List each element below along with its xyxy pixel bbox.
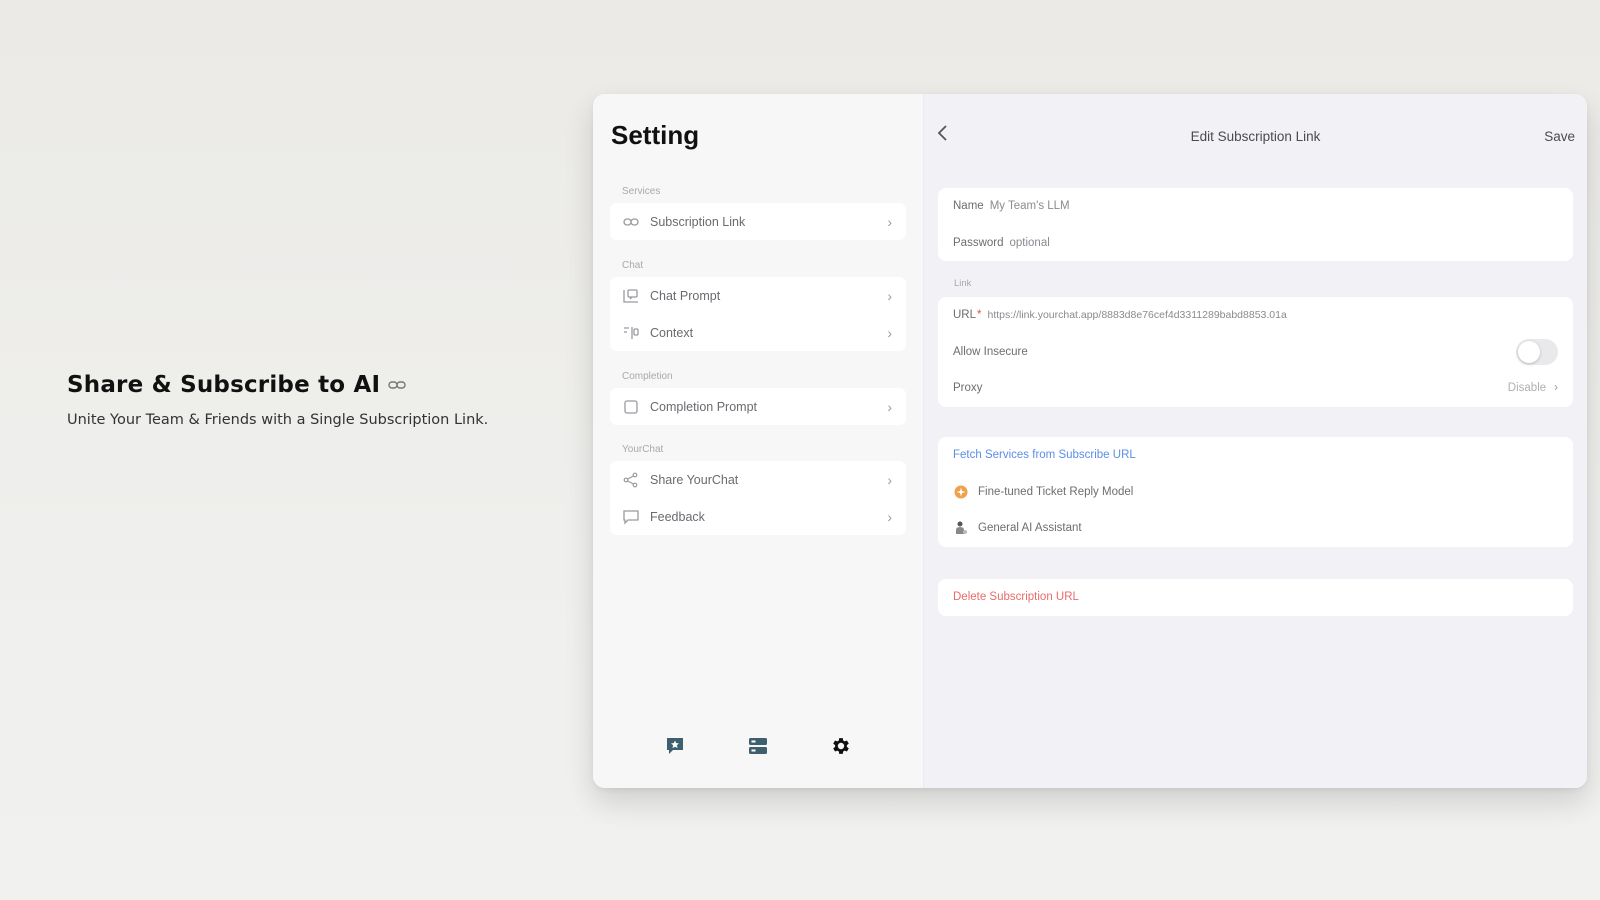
service-name: General AI Assistant — [978, 522, 1082, 535]
delete-label: Delete Subscription URL — [953, 591, 1079, 604]
sidebar-item-chat-prompt[interactable]: Chat Prompt › — [610, 277, 906, 314]
sidebar-item-label: Feedback — [650, 509, 705, 524]
sidebar-item-label: Share YourChat — [650, 472, 739, 487]
allow-insecure-label: Allow Insecure — [953, 345, 1028, 358]
proxy-label: Proxy — [953, 382, 983, 395]
chevron-right-icon: › — [887, 213, 892, 230]
tab-bar — [593, 730, 923, 766]
sparkle-icon — [953, 484, 969, 500]
sidebar-item-label: Chat Prompt — [650, 288, 721, 303]
gear-icon — [830, 735, 852, 762]
section-label-link: Link — [954, 278, 972, 289]
chevron-right-icon: › — [887, 471, 892, 488]
fetch-services-button[interactable]: Fetch Services from Subscribe URL — [938, 437, 1573, 474]
required-marker: * — [977, 309, 982, 322]
group-yourchat: Share YourChat › Feedback › — [610, 461, 906, 535]
service-item-0[interactable]: Fine-tuned Ticket Reply Model — [938, 474, 1573, 511]
sidebar-item-completion-prompt[interactable]: Completion Prompt › — [610, 388, 906, 425]
section-label-services: Services — [622, 186, 661, 197]
chat-prompt-icon — [622, 287, 640, 305]
save-button[interactable]: Save — [1544, 129, 1575, 144]
allow-insecure-row: Allow Insecure — [938, 334, 1573, 371]
section-label-chat: Chat — [622, 260, 644, 271]
feedback-icon — [622, 508, 640, 526]
password-label: Password — [953, 236, 1004, 249]
name-input[interactable]: My Team's LLM — [990, 200, 1070, 212]
sidebar-item-subscription-link[interactable]: Subscription Link › — [610, 203, 906, 240]
sidebar: Setting Services Subscription Link › Cha… — [593, 94, 924, 788]
name-field[interactable]: Name My Team's LLM — [938, 188, 1573, 225]
group-chat: Chat Prompt › Context › — [610, 277, 906, 351]
tab-services[interactable] — [740, 730, 776, 766]
sidebar-title: Setting — [611, 120, 700, 150]
chat-tab-icon — [664, 735, 686, 762]
url-field[interactable]: URL * https://link.yourchat.app/8883d8e7… — [938, 297, 1573, 334]
services-card: Fetch Services from Subscribe URL Fine-t… — [938, 437, 1573, 547]
sidebar-item-context[interactable]: Context › — [610, 314, 906, 351]
services-tab-icon — [747, 735, 769, 762]
group-services: Subscription Link › — [610, 203, 906, 240]
sidebar-item-share-yourchat[interactable]: Share YourChat › — [610, 461, 906, 498]
promo-block: Share & Subscribe to AI Unite Your Team … — [67, 372, 507, 431]
proxy-value: Disable — [1507, 382, 1547, 395]
share-icon — [622, 471, 640, 489]
chevron-right-icon: › — [1554, 382, 1558, 395]
credentials-card: Name My Team's LLM Password optional — [938, 188, 1573, 261]
section-label-yourchat: YourChat — [622, 444, 664, 455]
detail-panel: Edit Subscription Link Save Name My Team… — [924, 94, 1587, 788]
password-field[interactable]: Password optional — [938, 225, 1573, 262]
chevron-right-icon: › — [887, 324, 892, 341]
context-icon — [622, 324, 640, 342]
delete-card: Delete Subscription URL — [938, 579, 1573, 616]
url-label: URL — [953, 309, 977, 322]
square-icon — [622, 398, 640, 416]
sidebar-item-label: Completion Prompt — [650, 399, 757, 414]
url-input[interactable]: https://link.yourchat.app/8883d8e76cef4d… — [988, 309, 1287, 321]
tab-settings[interactable] — [823, 730, 859, 766]
group-completion: Completion Prompt › — [610, 388, 906, 425]
page-title: Edit Subscription Link — [1190, 129, 1321, 144]
sidebar-item-label: Subscription Link — [650, 214, 746, 229]
name-label: Name — [953, 200, 984, 213]
link-card: URL * https://link.yourchat.app/8883d8e7… — [938, 297, 1573, 407]
password-input[interactable]: optional — [1010, 237, 1050, 249]
allow-insecure-toggle[interactable] — [1516, 338, 1558, 365]
chevron-right-icon: › — [887, 287, 892, 304]
link-icon — [622, 213, 640, 231]
proxy-row[interactable]: Proxy Disable › — [938, 370, 1573, 407]
app-window: Setting Services Subscription Link › Cha… — [593, 94, 1587, 788]
assistant-icon — [953, 520, 969, 536]
fetch-services-label: Fetch Services from Subscribe URL — [953, 449, 1136, 462]
chevron-right-icon: › — [887, 398, 892, 415]
tab-chat[interactable] — [657, 730, 693, 766]
promo-title: Share & Subscribe to AI — [67, 372, 507, 398]
service-item-1[interactable]: General AI Assistant — [938, 510, 1573, 547]
sidebar-item-feedback[interactable]: Feedback › — [610, 498, 906, 535]
section-label-completion: Completion — [622, 371, 673, 382]
sidebar-item-label: Context — [650, 325, 694, 340]
promo-subtitle: Unite Your Team & Friends with a Single … — [67, 412, 489, 428]
service-name: Fine-tuned Ticket Reply Model — [978, 485, 1134, 498]
link-icon — [388, 379, 406, 391]
chevron-right-icon: › — [887, 508, 892, 525]
delete-subscription-button[interactable]: Delete Subscription URL — [938, 579, 1573, 616]
